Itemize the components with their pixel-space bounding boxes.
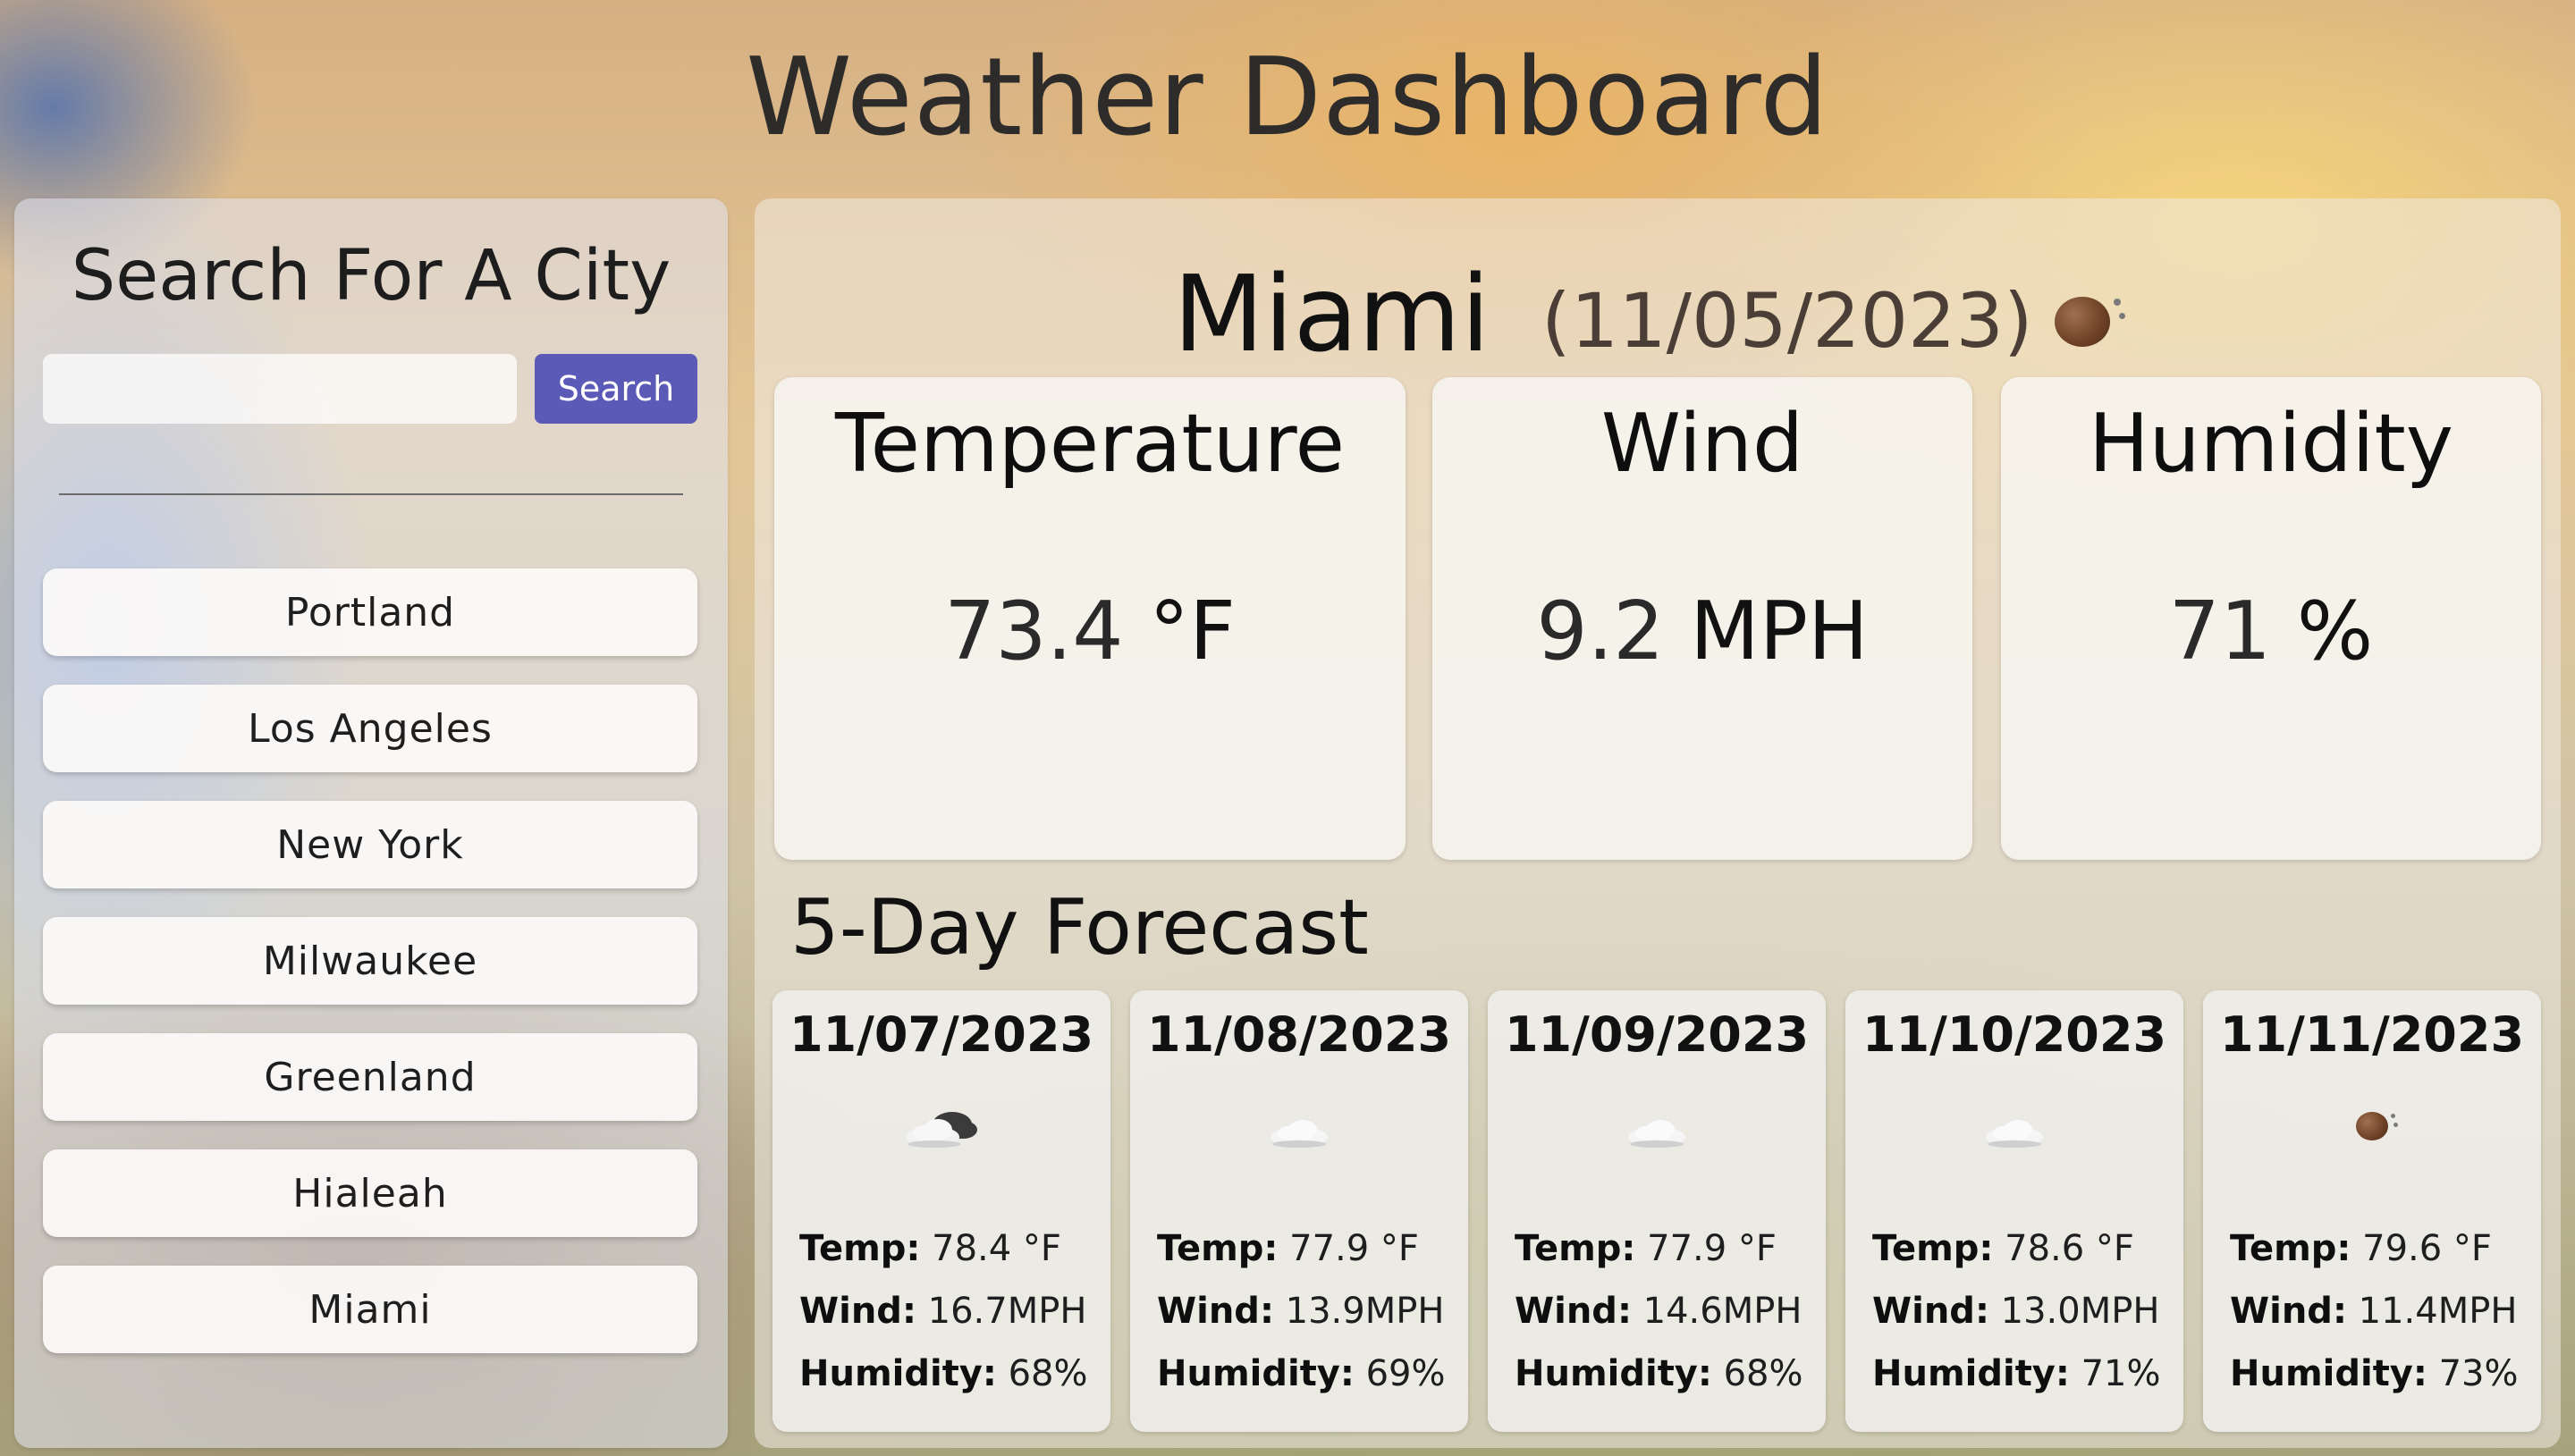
forecast-card-day-2: 11/08/2023 Temp: 77.9 °F Wind: 13.9MPH H… xyxy=(1130,990,1468,1432)
forecast-date: 11/11/2023 xyxy=(2219,1006,2525,1063)
forecast-temp: Temp: 77.9 °F xyxy=(1515,1228,1777,1269)
city-search-input[interactable] xyxy=(43,354,517,424)
forecast-temp-value: 77.9 °F xyxy=(1647,1228,1777,1269)
divider xyxy=(59,493,683,495)
forecast-card-day-5: 11/11/2023 Temp: 79.6 °F Wind: 11.4MPH H… xyxy=(2203,990,2541,1432)
current-weather-header: Miami (11/05/2023) xyxy=(755,234,2561,377)
cloud-icon xyxy=(1986,1120,2043,1148)
search-button[interactable]: Search xyxy=(535,354,697,424)
search-heading: Search For A City xyxy=(71,236,671,316)
cloud-icon xyxy=(1271,1120,1328,1148)
forecast-humidity: Humidity: 68% xyxy=(799,1353,1088,1394)
forecast-date: 11/07/2023 xyxy=(789,1006,1094,1063)
history-item-miami[interactable]: Miami xyxy=(43,1266,697,1353)
forecast-humidity-label: Humidity: xyxy=(1157,1353,1355,1394)
forecast-temp-label: Temp: xyxy=(1157,1228,1279,1269)
history-item-milwaukee[interactable]: Milwaukee xyxy=(43,917,697,1005)
cloud-icon xyxy=(1628,1120,1685,1148)
forecast-temp: Temp: 78.4 °F xyxy=(799,1228,1061,1269)
forecast-humidity: Humidity: 69% xyxy=(1157,1353,1446,1394)
history-item-new-york[interactable]: New York xyxy=(43,801,697,888)
forecast-temp: Temp: 79.6 °F xyxy=(2230,1228,2492,1269)
forecast-wind-value: 16.7MPH xyxy=(927,1291,1087,1332)
forecast-humidity-label: Humidity: xyxy=(1872,1353,2070,1394)
forecast-row: 11/07/2023 Temp: 78.4 °F Wind: 16.7MPH H… xyxy=(772,990,2543,1432)
history-item-greenland[interactable]: Greenland xyxy=(43,1033,697,1121)
wind-value-line: 9.2 MPH xyxy=(1432,585,1972,678)
humidity-value-line: 71 % xyxy=(2001,585,2541,678)
forecast-wind-label: Wind: xyxy=(1157,1291,1274,1332)
forecast-card-day-1: 11/07/2023 Temp: 78.4 °F Wind: 16.7MPH H… xyxy=(772,990,1110,1432)
humidity-label: Humidity xyxy=(2088,397,2454,491)
forecast-humidity: Humidity: 68% xyxy=(1515,1353,1803,1394)
forecast-card-day-3: 11/09/2023 Temp: 77.9 °F Wind: 14.6MPH H… xyxy=(1488,990,1826,1432)
moon-clear-icon xyxy=(2327,1098,2417,1160)
page-title: Weather Dashboard xyxy=(746,36,1829,160)
temperature-value-line: 73.4 °F xyxy=(774,585,1406,678)
current-city-name: Miami xyxy=(1173,252,1490,375)
forecast-temp: Temp: 78.6 °F xyxy=(1872,1228,2134,1269)
forecast-wind-value: 13.9MPH xyxy=(1285,1291,1445,1332)
wind-card: Wind 9.2 MPH xyxy=(1432,377,1972,860)
temperature-card: Temperature 73.4 °F xyxy=(774,377,1406,860)
forecast-humidity-value: 71% xyxy=(2081,1353,2161,1394)
forecast-humidity-label: Humidity: xyxy=(799,1353,997,1394)
temperature-unit: °F xyxy=(1149,585,1236,678)
forecast-wind-value: 14.6MPH xyxy=(1642,1291,1802,1332)
forecast-temp-value: 79.6 °F xyxy=(2362,1228,2492,1269)
forecast-humidity-label: Humidity: xyxy=(2230,1353,2427,1394)
forecast-humidity-value: 68% xyxy=(1008,1353,1088,1394)
forecast-temp-label: Temp: xyxy=(1515,1228,1636,1269)
humidity-value: 71 xyxy=(2168,585,2272,678)
forecast-temp: Temp: 77.9 °F xyxy=(1157,1228,1419,1269)
forecast-humidity-value: 73% xyxy=(2438,1353,2519,1394)
wind-label: Wind xyxy=(1600,397,1804,491)
forecast-humidity-label: Humidity: xyxy=(1515,1353,1712,1394)
forecast-humidity: Humidity: 71% xyxy=(1872,1353,2161,1394)
forecast-humidity-value: 69% xyxy=(1365,1353,1446,1394)
forecast-temp-value: 78.4 °F xyxy=(932,1228,1061,1269)
forecast-wind-label: Wind: xyxy=(1515,1291,1632,1332)
forecast-temp-value: 78.6 °F xyxy=(2005,1228,2134,1269)
forecast-card-day-4: 11/10/2023 Temp: 78.6 °F Wind: 13.0MPH H… xyxy=(1845,990,2183,1432)
forecast-humidity-value: 68% xyxy=(1723,1353,1803,1394)
weather-main-panel: Miami (11/05/2023) Temperature 73.4 °F W… xyxy=(755,198,2561,1448)
forecast-date: 11/09/2023 xyxy=(1504,1006,1810,1063)
forecast-temp-label: Temp: xyxy=(2230,1228,2351,1269)
forecast-temp-label: Temp: xyxy=(1872,1228,1994,1269)
forecast-wind: Wind: 11.4MPH xyxy=(2230,1291,2517,1332)
forecast-date: 11/08/2023 xyxy=(1146,1006,1452,1063)
wind-value: 9.2 xyxy=(1536,585,1665,678)
cloud-dark-icon xyxy=(906,1112,977,1148)
history-item-portland[interactable]: Portland xyxy=(43,568,697,656)
forecast-wind: Wind: 16.7MPH xyxy=(799,1291,1086,1332)
forecast-date: 11/10/2023 xyxy=(1862,1006,2167,1063)
forecast-wind-value: 11.4MPH xyxy=(2358,1291,2518,1332)
current-date: (11/05/2023) xyxy=(1541,277,2033,365)
forecast-wind-label: Wind: xyxy=(2230,1291,2347,1332)
temperature-value: 73.4 xyxy=(944,585,1124,678)
history-item-los-angeles[interactable]: Los Angeles xyxy=(43,685,697,772)
search-sidebar: Search For A City Search Portland Los An… xyxy=(14,198,728,1448)
humidity-unit: % xyxy=(2296,585,2374,678)
wind-unit: MPH xyxy=(1690,585,1869,678)
temperature-label: Temperature xyxy=(834,397,1346,491)
forecast-wind-label: Wind: xyxy=(1872,1291,1989,1332)
moon-clear-icon xyxy=(2042,284,2132,356)
forecast-wind: Wind: 14.6MPH xyxy=(1515,1291,1802,1332)
forecast-temp-label: Temp: xyxy=(799,1228,921,1269)
forecast-wind: Wind: 13.0MPH xyxy=(1872,1291,2159,1332)
forecast-wind-value: 13.0MPH xyxy=(2000,1291,2160,1332)
forecast-wind: Wind: 13.9MPH xyxy=(1157,1291,1444,1332)
forecast-humidity: Humidity: 73% xyxy=(2230,1353,2519,1394)
forecast-wind-label: Wind: xyxy=(799,1291,916,1332)
forecast-temp-value: 77.9 °F xyxy=(1289,1228,1419,1269)
forecast-heading: 5-Day Forecast xyxy=(790,883,1369,972)
search-history-list: Portland Los Angeles New York Milwaukee … xyxy=(43,568,697,1382)
humidity-card: Humidity 71 % xyxy=(2001,377,2541,860)
history-item-hialeah[interactable]: Hialeah xyxy=(43,1149,697,1237)
